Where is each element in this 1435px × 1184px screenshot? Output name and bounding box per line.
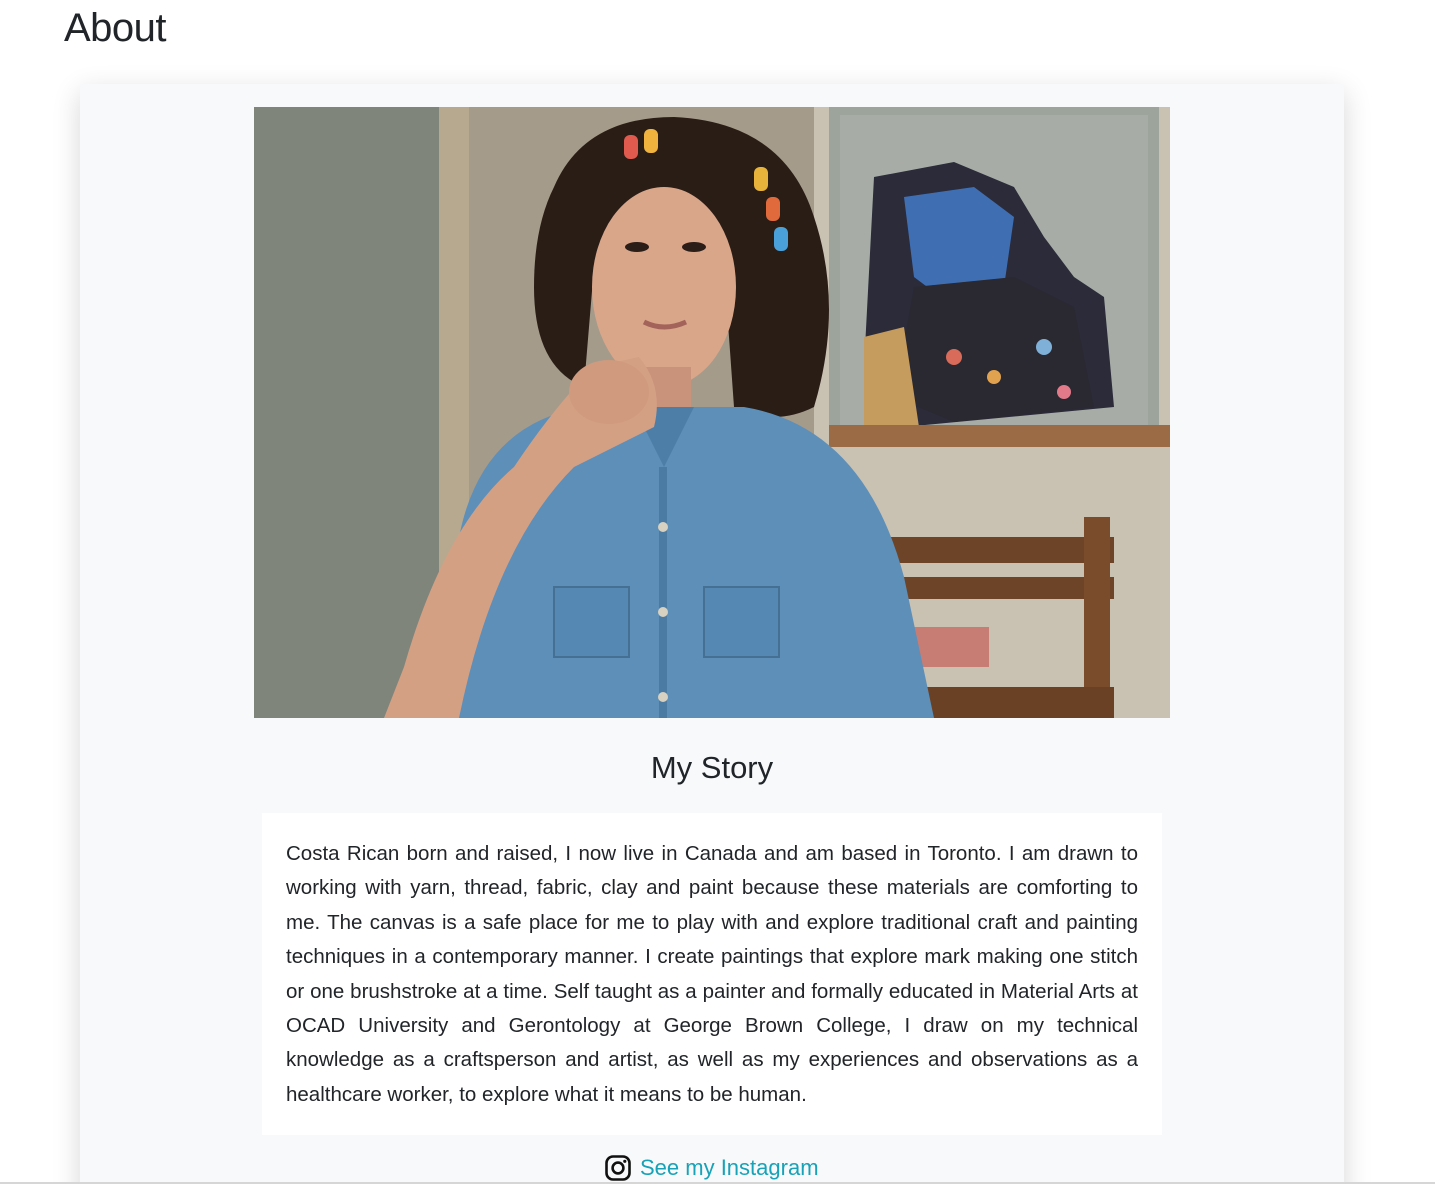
instagram-icon [605, 1155, 631, 1181]
story-heading: My Story [650, 750, 774, 785]
about-card: My Story Costa Rican born and raised, I … [80, 84, 1344, 1184]
story-box: Costa Rican born and raised, I now live … [262, 813, 1162, 1135]
instagram-link-label: See my Instagram [640, 1155, 819, 1180]
instagram-link[interactable]: See my Instagram [604, 1150, 819, 1184]
story-text: Costa Rican born and raised, I now live … [286, 842, 1138, 1106]
page-title: About [64, 6, 167, 50]
portrait-illustration [254, 107, 1170, 718]
profile-photo [254, 107, 1170, 718]
about-page: About My Story Costa Rican born and rais… [0, 0, 1435, 1184]
